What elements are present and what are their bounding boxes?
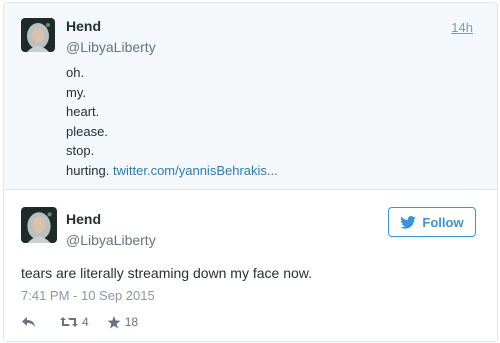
display-name[interactable]: Hend (66, 211, 101, 227)
reply-icon (21, 316, 36, 328)
tweet-line: oh. (66, 65, 85, 80)
retweet-icon (60, 316, 78, 328)
reply-button[interactable] (21, 316, 36, 328)
tweet-text: tears are literally streaming down my fa… (21, 265, 313, 281)
tweet-link[interactable]: twitter.com/yannisBehrakis... (113, 163, 278, 178)
tweet-embed: Hend @LibyaLiberty 14h oh. my. heart. pl… (3, 2, 498, 342)
tweet-line: my. (66, 84, 86, 100)
main-tweet: Hend @LibyaLiberty Follow tears are lite… (4, 190, 497, 341)
tweet-line: stop. (66, 143, 95, 158)
tweet-line-last: hurting. twitter.com/yannisBehrakis... (66, 161, 278, 181)
follow-button[interactable]: Follow (388, 207, 476, 237)
retweet-count: 4 (82, 315, 89, 329)
star-icon (107, 315, 121, 329)
user-handle[interactable]: @LibyaLiberty (66, 232, 156, 248)
user-handle[interactable]: @LibyaLiberty (66, 39, 156, 55)
avatar[interactable] (21, 18, 55, 52)
retweet-button[interactable]: 4 (60, 315, 89, 329)
display-name[interactable]: Hend (66, 18, 101, 34)
tweet-timestamp[interactable]: 7:41 PM - 10 Sep 2015 (21, 288, 155, 303)
tweet-line: please. (66, 123, 108, 139)
twitter-bird-icon (400, 215, 417, 229)
follow-label: Follow (422, 214, 464, 230)
quoted-tweet-text: oh. my. heart. please. stop. hurting. tw… (66, 63, 278, 180)
avatar[interactable] (21, 207, 57, 243)
tweet-time-link[interactable]: 14h (451, 20, 473, 35)
tweet-actions: 4 18 (21, 314, 138, 330)
tweet-line: hurting. (66, 162, 110, 178)
tweet-line: heart. (66, 104, 100, 119)
quoted-tweet[interactable]: Hend @LibyaLiberty 14h oh. my. heart. pl… (4, 3, 497, 190)
favorite-button[interactable]: 18 (107, 315, 138, 329)
favorite-count: 18 (124, 315, 139, 329)
